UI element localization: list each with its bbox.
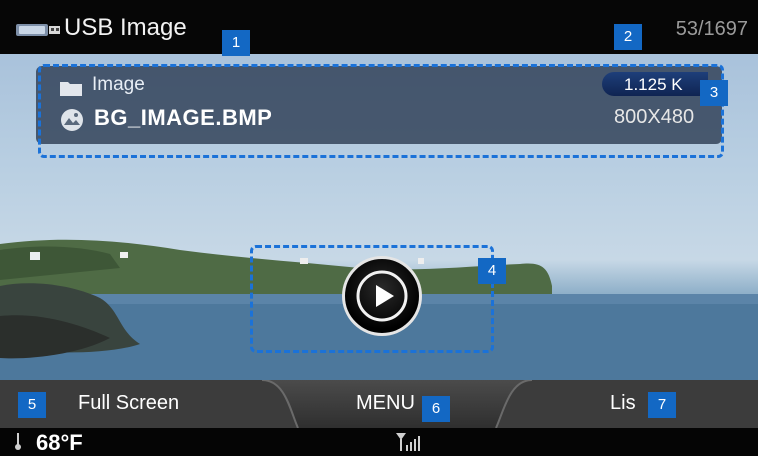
- callout-2: 2: [614, 24, 642, 50]
- callout-3: 3: [700, 80, 728, 106]
- title-bar: USB Image 53/1697: [0, 0, 758, 54]
- file-info-highlight: [38, 64, 724, 158]
- callout-6: 6: [422, 396, 450, 422]
- temperature: 68°F: [36, 430, 83, 455]
- callout-4: 4: [478, 258, 506, 284]
- list-button[interactable]: Lis: [610, 392, 636, 415]
- callout-7: 7: [648, 392, 676, 418]
- callout-5: 5: [18, 392, 46, 418]
- page-title: USB Image: [64, 14, 187, 41]
- usb-icon: [16, 24, 60, 36]
- play-area-highlight: [250, 245, 494, 353]
- callout-1: 1: [222, 30, 250, 56]
- menu-button[interactable]: MENU: [356, 392, 415, 415]
- thermometer-icon: [15, 433, 21, 450]
- image-counter: 53/1697: [675, 18, 748, 40]
- full-screen-button[interactable]: Full Screen: [78, 392, 179, 415]
- signal-icon: [396, 433, 420, 451]
- status-bar: [0, 428, 758, 456]
